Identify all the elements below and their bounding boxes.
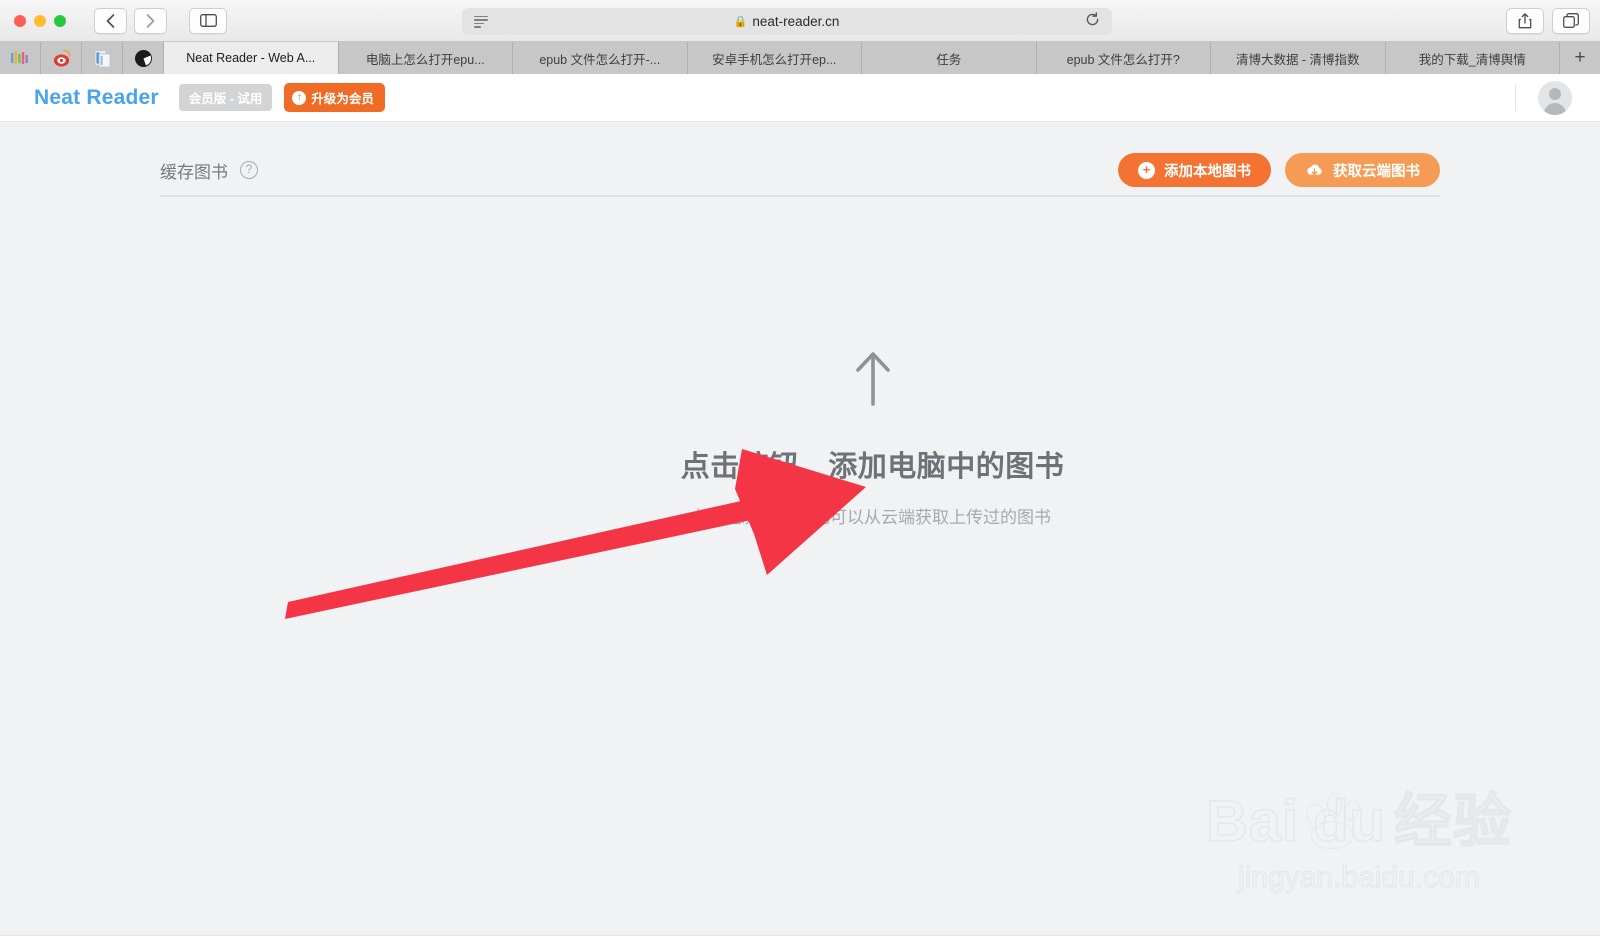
page-title: 缓存图书 xyxy=(160,162,228,182)
empty-library-state: 点击按钮，添加电脑中的图书 如果您是会员，也可以从云端获取上传过的图书 xyxy=(0,350,1600,528)
dark-circle-icon xyxy=(134,49,152,67)
upgrade-label: 升级为会员 xyxy=(311,92,374,106)
weibo-icon xyxy=(53,49,70,66)
tab-title: 我的下载_清博舆情 xyxy=(1418,52,1526,67)
minimize-window-button[interactable] xyxy=(34,14,46,27)
pinned-tab-docs[interactable] xyxy=(82,42,123,74)
membership-badge: 会员版 - 试用 xyxy=(178,84,273,111)
browser-tab-5[interactable]: epub 文件怎么打开? xyxy=(1036,42,1211,74)
baidu-watermark: Bai du 经验 jingyan.baidu.com xyxy=(1205,789,1512,895)
reload-icon xyxy=(1086,12,1099,26)
app-footer: ? 帮助中心 意见与建议 客户端 Android iOS Windows Mac xyxy=(0,935,1600,939)
plus-circle-icon: + xyxy=(1138,161,1155,179)
browser-tab-2[interactable]: epub 文件怎么打开-... xyxy=(513,42,688,74)
reload-button[interactable] xyxy=(1085,12,1100,31)
tab-strip: Neat Reader - Web A... 电脑上怎么打开epu... epu… xyxy=(0,42,1600,74)
browser-tab-7[interactable]: 我的下载_清博舆情 xyxy=(1385,42,1560,74)
upgrade-arrow-icon: ↑ xyxy=(292,90,307,105)
sidebar-toggle-icon xyxy=(199,14,217,27)
empty-state-title: 点击按钮，添加电脑中的图书 xyxy=(680,451,1065,483)
get-cloud-label: 获取云端图书 xyxy=(1333,163,1420,180)
app-header: Neat Reader 会员版 - 试用 ↑ 升级为会员 xyxy=(0,74,1600,122)
pinned-tab-dark[interactable] xyxy=(123,42,164,74)
document-icon xyxy=(94,49,110,67)
main-content: 缓存图书 ? + 添加本地图书 获取云端图书 点击按钮，添加电脑中的图书 如果您… xyxy=(0,122,1600,935)
browser-tab-3[interactable]: 安卓手机怎么打开ep... xyxy=(687,42,862,74)
user-avatar-icon[interactable] xyxy=(1538,80,1572,115)
baidu-logo: Bai du 经验 xyxy=(1205,789,1512,854)
chevron-right-icon xyxy=(146,13,155,28)
forward-button[interactable] xyxy=(134,7,167,34)
watermark-url: jingyan.baidu.com xyxy=(1237,860,1480,894)
add-local-label: 添加本地图书 xyxy=(1164,163,1251,180)
back-button[interactable] xyxy=(94,7,127,34)
cloud-download-icon xyxy=(1307,164,1322,175)
lock-icon: 🔒 xyxy=(733,16,748,28)
upgrade-membership-button[interactable]: ↑ 升级为会员 xyxy=(284,83,385,112)
browser-tab-4[interactable]: 任务 xyxy=(862,42,1037,74)
app-logo[interactable]: Neat Reader xyxy=(34,86,159,110)
empty-state-subtitle: 如果您是会员，也可以从云端获取上传过的图书 xyxy=(694,508,1051,527)
tab-title: epub 文件怎么打开? xyxy=(1066,52,1180,67)
window-controls[interactable] xyxy=(14,14,66,27)
share-icon xyxy=(1518,12,1532,28)
get-cloud-book-button[interactable]: 获取云端图书 xyxy=(1285,153,1440,187)
browser-tab-0[interactable]: Neat Reader - Web A... xyxy=(164,42,339,74)
add-local-book-button[interactable]: + 添加本地图书 xyxy=(1118,153,1271,187)
url-text-container: 🔒 neat-reader.cn xyxy=(488,14,1085,29)
tab-overview-button[interactable] xyxy=(1552,7,1590,34)
browser-tab-6[interactable]: 清博大数据 - 清博指数 xyxy=(1211,42,1386,74)
tab-title: 安卓手机怎么打开ep... xyxy=(712,52,837,67)
url-label: neat-reader.cn xyxy=(752,14,840,29)
browser-tab-1[interactable]: 电脑上怎么打开epu... xyxy=(338,42,513,74)
share-button[interactable] xyxy=(1506,7,1544,34)
arrow-up-icon xyxy=(850,350,896,413)
browser-toolbar: 🔒 neat-reader.cn xyxy=(0,0,1600,42)
reader-view-icon[interactable] xyxy=(474,15,488,28)
maximize-window-button[interactable] xyxy=(54,14,66,27)
tab-title: 清博大数据 - 清博指数 xyxy=(1235,52,1360,67)
tab-title: Neat Reader - Web A... xyxy=(186,51,316,65)
tab-title: 任务 xyxy=(936,52,962,67)
address-bar[interactable]: 🔒 neat-reader.cn xyxy=(462,8,1112,35)
section-divider xyxy=(160,196,1440,197)
colored-bars-icon xyxy=(11,51,28,64)
watermark-logo-left: Bai xyxy=(1205,789,1300,854)
question-mark-icon[interactable]: ? xyxy=(240,161,258,179)
pinned-tab-1[interactable] xyxy=(0,42,41,74)
close-window-button[interactable] xyxy=(14,14,26,27)
watermark-logo-right: 经验 xyxy=(1393,789,1512,854)
header-divider xyxy=(1515,84,1516,111)
tab-overview-icon xyxy=(1563,13,1579,28)
library-panel: 缓存图书 ? + 添加本地图书 获取云端图书 xyxy=(0,122,1600,197)
tab-title: epub 文件怎么打开-... xyxy=(539,52,661,67)
tab-title: 电脑上怎么打开epu... xyxy=(365,52,485,67)
chevron-left-icon xyxy=(106,13,115,28)
plus-icon: + xyxy=(1574,47,1586,68)
navigation-buttons xyxy=(94,7,167,34)
sidebar-toggle-button[interactable] xyxy=(189,7,227,34)
pinned-tab-weibo[interactable] xyxy=(41,42,82,74)
section-header: 缓存图书 ? + 添加本地图书 获取云端图书 xyxy=(160,144,1440,196)
toolbar-right-buttons xyxy=(1506,7,1590,34)
section-actions: + 添加本地图书 获取云端图书 xyxy=(1118,153,1440,187)
paw-icon xyxy=(1301,793,1363,851)
header-right-group xyxy=(1515,80,1572,115)
new-tab-button[interactable]: + xyxy=(1560,42,1600,74)
